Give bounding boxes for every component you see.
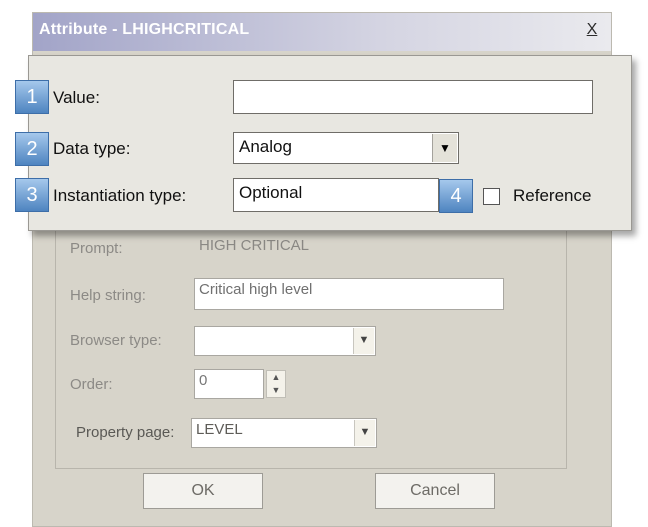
browser-type-label: Browser type: <box>70 332 162 349</box>
attribute-groupbox: Prompt: HIGH CRITICAL Help string: Criti… <box>55 227 567 469</box>
chevron-down-icon[interactable]: ▼ <box>354 420 375 446</box>
property-page-label: Property page: <box>76 424 175 441</box>
data-type-label: Data type: <box>53 139 131 158</box>
property-page-value: LEVEL <box>196 421 243 438</box>
close-icon[interactable]: X <box>581 20 603 40</box>
reference-label: Reference <box>513 186 592 205</box>
data-type-value: Analog <box>239 137 292 156</box>
dialog-title: Attribute - LHIGHCRITICAL <box>39 21 250 38</box>
help-string-field[interactable]: Critical high level <box>194 278 504 310</box>
callout-badge-4: 4 <box>439 179 473 213</box>
prompt-field: HIGH CRITICAL <box>194 234 412 262</box>
help-string-label: Help string: <box>70 287 146 304</box>
browser-type-select[interactable]: ▼ <box>194 326 376 356</box>
value-label: Value: <box>53 88 100 107</box>
ok-button[interactable]: OK <box>143 473 263 509</box>
chevron-down-icon[interactable]: ▼ <box>353 328 374 354</box>
order-field[interactable]: 0 <box>194 369 264 399</box>
caret-up-icon[interactable]: ▲ <box>267 371 285 384</box>
title-bar: Attribute - LHIGHCRITICAL X <box>33 13 611 51</box>
prompt-label: Prompt: <box>70 240 123 257</box>
instantiation-type-select[interactable]: Optional <box>233 178 439 212</box>
callout-panel: 1 Value: 2 Data type: Analog ▼ 3 Instant… <box>15 55 632 231</box>
reference-checkbox[interactable] <box>483 188 500 205</box>
value-input[interactable] <box>233 80 593 114</box>
callout-badge-1: 1 <box>15 80 49 114</box>
caret-down-icon[interactable]: ▼ <box>267 384 285 397</box>
callout-badge-2: 2 <box>15 132 49 166</box>
callout-badge-3: 3 <box>15 178 49 212</box>
data-type-select[interactable]: Analog ▼ <box>233 132 459 164</box>
property-page-select[interactable]: LEVEL ▼ <box>191 418 377 448</box>
cancel-button[interactable]: Cancel <box>375 473 495 509</box>
chevron-down-icon[interactable]: ▼ <box>432 134 457 162</box>
order-label: Order: <box>70 376 113 393</box>
order-spinner[interactable]: ▲ ▼ <box>266 370 286 398</box>
instantiation-type-label: Instantiation type: <box>53 186 187 205</box>
